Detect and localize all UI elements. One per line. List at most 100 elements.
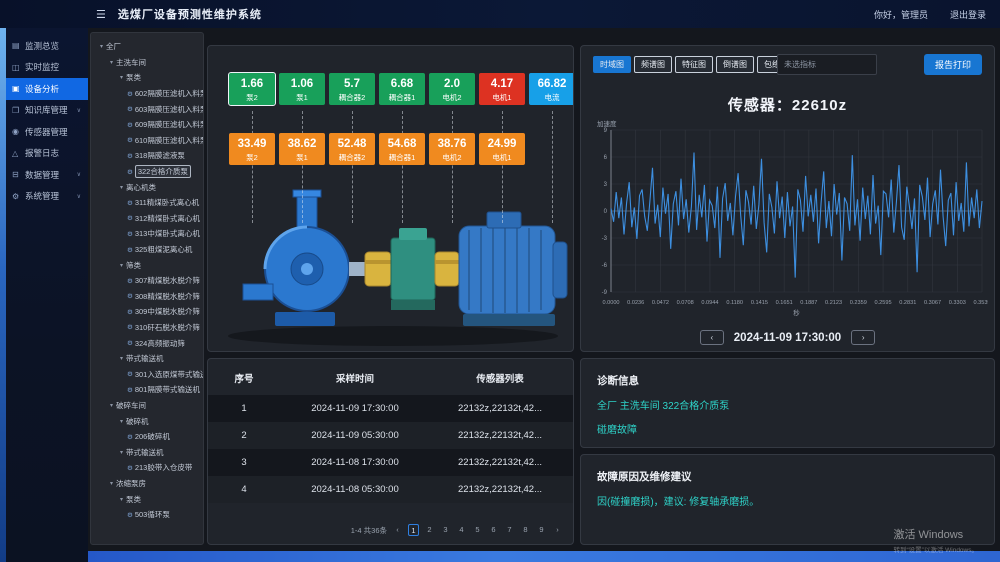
sidebar-item-knowledge-base[interactable]: ❐知识库管理∨ — [0, 100, 88, 122]
sidebar-item-system-manage[interactable]: ⚙系统管理∨ — [0, 186, 88, 208]
tree-node[interactable]: ▾破碎车间 — [95, 398, 203, 414]
sensor-title: 传感器：22610z — [581, 94, 994, 115]
tree-node[interactable]: ⚙322合格介质泵 — [95, 164, 203, 180]
gauge-泵2[interactable]: 1.66泵2 — [229, 73, 275, 105]
tree-node[interactable]: ⚙324高频振动筛 — [95, 335, 203, 351]
gauge-label: 泵2 — [229, 153, 275, 166]
tree-node[interactable]: ⚙213胶带入仓皮带 — [95, 460, 203, 476]
tree-node[interactable]: ⚙325粗煤泥离心机 — [95, 242, 203, 258]
tree-node[interactable]: ▾泵类 — [95, 491, 203, 507]
tab-倒谱图[interactable]: 倒谱图 — [716, 56, 754, 73]
gauge-耦合器2[interactable]: 5.7耦合器2 — [329, 73, 375, 105]
sidebar-item-realtime-monitor[interactable]: ◫实时监控 — [0, 57, 88, 79]
tree-node-label: 筛类 — [126, 260, 141, 271]
table-header-row: 序号 采样时间 传感器列表 — [208, 359, 573, 395]
tree-node[interactable]: ⚙313中煤卧式离心机 — [95, 226, 203, 242]
prev-date-button[interactable]: ‹ — [700, 330, 724, 345]
prev-page-icon[interactable]: ‹ — [392, 524, 403, 536]
caret-down-icon: ▾ — [107, 402, 116, 409]
tree-node[interactable]: ▾泵类 — [95, 70, 203, 86]
tree-node[interactable]: ⚙206破碎机 — [95, 429, 203, 445]
caret-down-icon: ▾ — [117, 449, 126, 456]
tree-node[interactable]: ⚙309中煤脱水脱介筛 — [95, 304, 203, 320]
gear-leaf-icon: ⚙ — [127, 214, 133, 222]
indicator-select-input[interactable] — [777, 54, 877, 75]
sidebar-item-device-analysis[interactable]: ▣设备分析 — [0, 78, 88, 100]
caret-down-icon: ▾ — [117, 74, 126, 81]
gauge-泵1-temp[interactable]: 38.62泵1 — [279, 133, 325, 165]
svg-text:0.0708: 0.0708 — [677, 300, 694, 306]
tree-node[interactable]: ⚙318隔膜滤液泵 — [95, 148, 203, 164]
table-row[interactable]: 22024-11-09 05:30:0022132z,22132t,42... — [208, 422, 573, 449]
sidebar-item-alarm-log[interactable]: △报警日志 — [0, 143, 88, 165]
tree-node[interactable]: ⚙301入选原煤带式输送机 — [95, 366, 203, 382]
pagination: 1-4 共36条‹123456789› — [351, 524, 563, 536]
page-9[interactable]: 9 — [536, 524, 547, 536]
tree-node[interactable]: ⚙311精煤卧式离心机 — [95, 195, 203, 211]
gauge-耦合器1-temp[interactable]: 54.68耦合器1 — [379, 133, 425, 165]
tree-node[interactable]: ⚙312精煤卧式离心机 — [95, 211, 203, 227]
device-analysis-icon: ▣ — [12, 84, 25, 93]
tree-node[interactable]: ▾主洗车间 — [95, 55, 203, 71]
connector-line — [502, 111, 503, 223]
tree-node[interactable]: ⚙801隔膜带式输送机 — [95, 382, 203, 398]
sidebar-item-overview-chart[interactable]: ▤监测总览 — [0, 35, 88, 57]
gauge-电机1-temp[interactable]: 24.99电机1 — [479, 133, 525, 165]
gauge-电流[interactable]: 66.82电流 — [529, 73, 574, 105]
page-3[interactable]: 3 — [440, 524, 451, 536]
gear-leaf-icon: ⚙ — [127, 511, 133, 519]
gauge-电机1[interactable]: 4.17电机1 — [479, 73, 525, 105]
tree-node[interactable]: ⚙307精煤脱水脱介筛 — [95, 273, 203, 289]
diagnosis-equipment: 全厂 主洗车间 322合格介质泵 — [581, 388, 994, 412]
logout-link[interactable]: 退出登录 — [950, 8, 986, 21]
sidebar-item-sensor[interactable]: ◉传感器管理 — [0, 121, 88, 143]
tab-特征图[interactable]: 特征图 — [675, 56, 713, 73]
page-6[interactable]: 6 — [488, 524, 499, 536]
menu-icon[interactable]: ☰ — [96, 8, 106, 21]
tree-node[interactable]: ⚙308精煤脱水脱介筛 — [95, 289, 203, 305]
tree-node[interactable]: ⚙610隔膜压滤机入料泵 — [95, 133, 203, 149]
tree-node[interactable]: ▾带式输送机 — [95, 351, 203, 367]
tree-node[interactable]: ⚙603隔膜压滤机入料泵 — [95, 101, 203, 117]
next-page-icon[interactable]: › — [552, 524, 563, 536]
connector-line — [402, 111, 403, 223]
gauge-电机2[interactable]: 2.0电机2 — [429, 73, 475, 105]
suggestion-title: 故障原因及维修建议 — [581, 455, 994, 484]
tab-时域图[interactable]: 时域图 — [593, 56, 631, 73]
tree-node[interactable]: ⚙310矸石脱水脱介筛 — [95, 320, 203, 336]
gear-leaf-icon: ⚙ — [127, 386, 133, 394]
sidebar-item-data-manage[interactable]: ⊟数据管理∨ — [0, 164, 88, 186]
gauge-value: 2.0 — [429, 73, 475, 93]
next-date-button[interactable]: › — [851, 330, 875, 345]
page-1[interactable]: 1 — [408, 524, 419, 536]
page-2[interactable]: 2 — [424, 524, 435, 536]
gauge-label: 电流 — [529, 93, 574, 106]
tree-node[interactable]: ▾筛类 — [95, 257, 203, 273]
gauge-泵2-temp[interactable]: 33.49泵2 — [229, 133, 275, 165]
tree-node[interactable]: ▾带式输送机 — [95, 444, 203, 460]
gauge-电机2-temp[interactable]: 38.76电机2 — [429, 133, 475, 165]
tree-node-label: 301入选原煤带式输送机 — [135, 369, 204, 380]
tree-node[interactable]: ⚙503循环泵 — [95, 507, 203, 523]
gear-leaf-icon: ⚙ — [127, 121, 133, 129]
tree-node[interactable]: ▾浓缩泵房 — [95, 476, 203, 492]
table-row[interactable]: 42024-11-08 05:30:0022132z,22132t,42... — [208, 476, 573, 503]
page-4[interactable]: 4 — [456, 524, 467, 536]
gauge-泵1[interactable]: 1.06泵1 — [279, 73, 325, 105]
tab-频谱图[interactable]: 频谱图 — [634, 56, 672, 73]
page-7[interactable]: 7 — [504, 524, 515, 536]
gauge-耦合器1[interactable]: 6.68耦合器1 — [379, 73, 425, 105]
tree-node[interactable]: ⚙609隔膜压滤机入料泵 — [95, 117, 203, 133]
table-row[interactable]: 32024-11-08 17:30:0022132z,22132t,42... — [208, 449, 573, 476]
left-accent-strip — [0, 28, 6, 562]
table-row[interactable]: 12024-11-09 17:30:0022132z,22132t,42... — [208, 395, 573, 422]
svg-text:0.2595: 0.2595 — [875, 300, 892, 306]
tree-node[interactable]: ⚙602隔膜压滤机入料泵 — [95, 86, 203, 102]
print-report-button[interactable]: 报告打印 — [924, 54, 982, 75]
tree-node[interactable]: ▾破碎机 — [95, 413, 203, 429]
page-8[interactable]: 8 — [520, 524, 531, 536]
gauge-耦合器2-temp[interactable]: 52.48耦合器2 — [329, 133, 375, 165]
tree-node[interactable]: ▾离心机类 — [95, 179, 203, 195]
tree-node[interactable]: ▾全厂 — [95, 39, 203, 55]
page-5[interactable]: 5 — [472, 524, 483, 536]
